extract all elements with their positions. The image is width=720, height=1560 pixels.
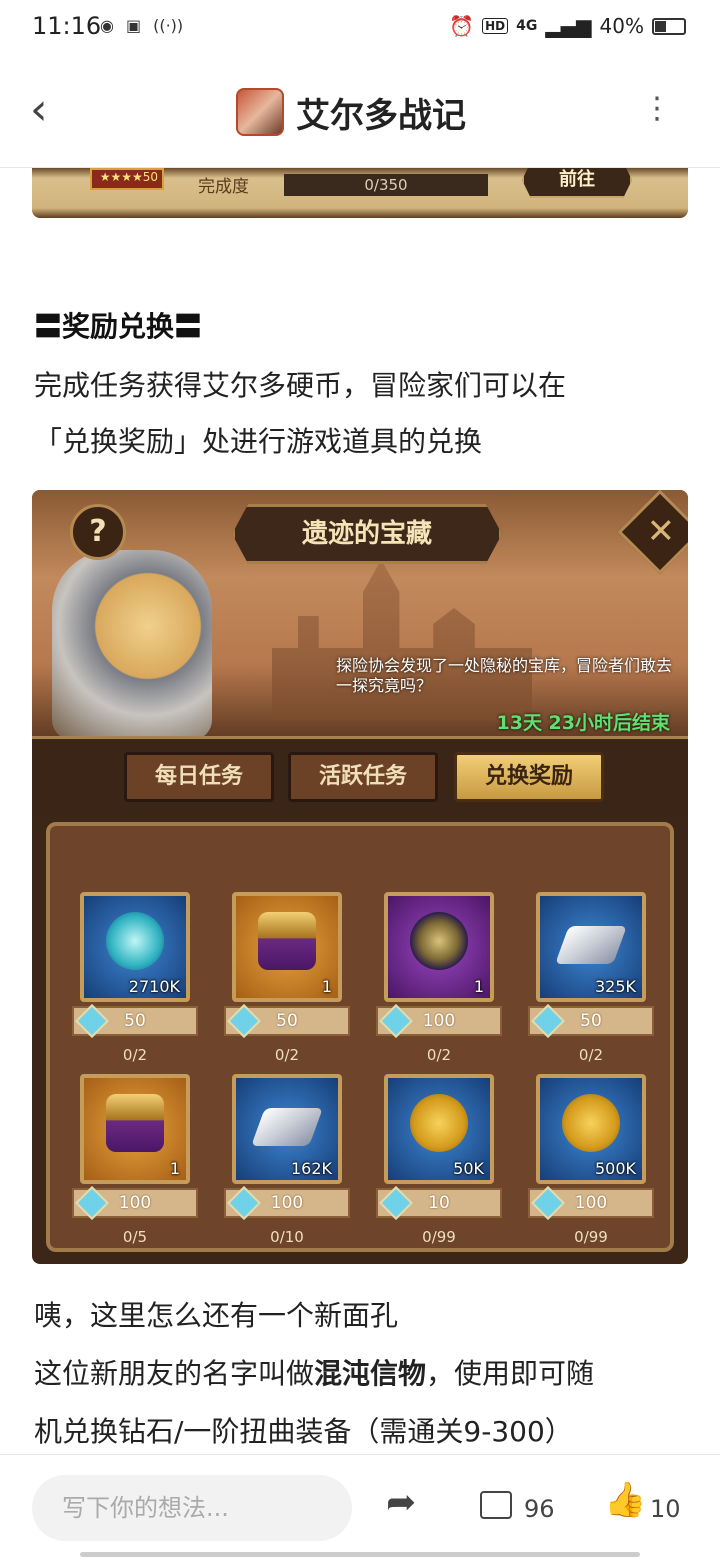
- more-options-icon[interactable]: ⋮: [642, 94, 672, 124]
- like-icon[interactable]: 👍: [604, 1483, 646, 1517]
- share-icon[interactable]: ➦: [386, 1485, 416, 1521]
- reward-item: 162K 100 0/10: [224, 1074, 350, 1246]
- swirl-token-icon: [106, 912, 164, 970]
- silver-ingot-icon: [251, 1108, 323, 1146]
- game-avatar[interactable]: [236, 88, 284, 136]
- coin-gem-icon: [227, 1186, 261, 1220]
- treasure-chest-icon: [258, 912, 316, 970]
- comment-input[interactable]: 写下你的想法...: [32, 1475, 352, 1541]
- event-banner: 遗迹的宝藏: [232, 504, 502, 564]
- reward-item: 500K 100 0/99: [528, 1074, 654, 1246]
- chaos-token-icon: [410, 912, 468, 970]
- reward-item: 1 100 0/2: [376, 892, 502, 1064]
- chaos-token-name: 混沌信物: [314, 1357, 427, 1390]
- status-time: 11:16: [32, 12, 102, 40]
- network-label: 4G: [516, 18, 538, 34]
- paragraph-line: 完成任务获得艾尔多硬币，冒险家们可以在: [34, 369, 567, 402]
- silver-ingot-icon: [555, 926, 627, 964]
- app-header: ‹ 艾尔多战记 ⋮: [0, 58, 720, 168]
- tab-exchange-rewards: 兑换奖励: [454, 752, 604, 802]
- coin-gem-icon: [379, 1186, 413, 1220]
- task-progress-image[interactable]: ★★★★50 完成度 0/350 前往: [32, 168, 688, 218]
- gold-coin-icon: [562, 1094, 620, 1152]
- reward-item: 1 100 0/5: [72, 1074, 198, 1246]
- castle-illustration: [272, 560, 532, 720]
- exchange-screenshot[interactable]: ? 遗迹的宝藏 ✕ 探险协会发现了一处隐秘的宝库，冒险者们敢去一探究竟吗？ 13…: [32, 490, 688, 1264]
- app-notification-icon: ◉: [100, 16, 114, 35]
- star-badge: ★★★★50: [90, 168, 164, 190]
- like-count[interactable]: 10: [650, 1495, 681, 1523]
- hero-illustration: [52, 550, 212, 740]
- tab-active-tasks: 活跃任务: [288, 752, 438, 802]
- treasure-chest-icon: [106, 1094, 164, 1152]
- gold-coin-icon: [410, 1094, 468, 1152]
- paragraph-line: 咦，这里怎么还有一个新面孔: [34, 1299, 399, 1332]
- tab-daily-tasks: 每日任务: [124, 752, 274, 802]
- event-description: 探险协会发现了一处隐秘的宝库，冒险者们敢去一探究竟吗？: [336, 656, 673, 695]
- hotspot-icon: ((·)): [153, 16, 184, 35]
- coin-gem-icon: [531, 1004, 565, 1038]
- section-title: 〓奖励兑换〓: [34, 310, 203, 343]
- paragraph-line: 「兑换奖励」处进行游戏道具的兑换: [34, 425, 483, 458]
- event-countdown: 13天 23小时后结束: [496, 712, 671, 734]
- reward-item: 50K 10 0/99: [376, 1074, 502, 1246]
- signal-icon: ▂▄▆: [545, 14, 592, 38]
- completion-bar: 0/350: [284, 174, 488, 196]
- hd-icon: HD: [482, 18, 509, 34]
- status-bar: 11:16 ◉ ▣ ((·)) ⏰ HD 4G ▂▄▆ 40%: [0, 0, 720, 58]
- coin-gem-icon: [379, 1004, 413, 1038]
- completion-label: 完成度: [198, 177, 249, 197]
- help-icon: ?: [70, 504, 126, 560]
- page-title: 艾尔多战记: [296, 96, 466, 136]
- battery-percent: 40%: [599, 14, 644, 38]
- bottom-action-bar: 写下你的想法... ➦ 96 👍 10: [0, 1454, 720, 1560]
- coin-gem-icon: [531, 1186, 565, 1220]
- coin-gem-icon: [75, 1186, 109, 1220]
- battery-icon: [652, 17, 686, 35]
- reward-item: 2710K 50 0/2: [72, 892, 198, 1064]
- comment-count[interactable]: 96: [524, 1495, 555, 1523]
- comment-icon[interactable]: [480, 1491, 512, 1519]
- reward-item: 1 50 0/2: [224, 892, 350, 1064]
- coin-gem-icon: [75, 1004, 109, 1038]
- video-app-icon: ▣: [125, 16, 142, 35]
- reward-item: 325K 50 0/2: [528, 892, 654, 1064]
- go-button: 前往: [522, 168, 632, 198]
- alarm-icon: ⏰: [449, 14, 475, 38]
- back-arrow-icon[interactable]: ‹: [30, 88, 48, 132]
- paragraph-line: 这位新朋友的名字叫做混沌信物，使用即可随: [34, 1357, 595, 1390]
- home-indicator: [80, 1552, 640, 1557]
- paragraph-line: 机兑换钻石/一阶扭曲装备（需通关9-300）: [34, 1415, 573, 1448]
- coin-gem-icon: [227, 1004, 261, 1038]
